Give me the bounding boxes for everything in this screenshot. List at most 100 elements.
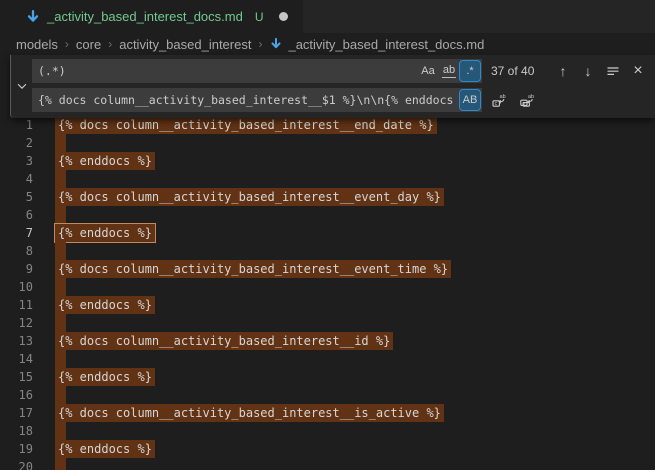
breadcrumb-item-activity-based-interest[interactable]: activity_based_interest <box>119 37 251 52</box>
line-text <box>55 350 66 368</box>
line-text: {% enddocs %} <box>55 368 155 386</box>
svg-text:ab: ab <box>528 94 534 100</box>
code-line[interactable]: 1 {% docs column__activity_based_interes… <box>0 116 655 134</box>
code-line[interactable]: 8 <box>0 242 655 260</box>
line-number: 1 <box>0 116 33 134</box>
breadcrumb-separator: › <box>253 37 267 51</box>
modified-dot-icon[interactable] <box>279 12 288 21</box>
code-line[interactable]: 19 {% enddocs %} <box>0 440 655 458</box>
replace-input-value: {% docs column__activity_based_interest_… <box>38 93 459 107</box>
breadcrumb-item-file[interactable]: _activity_based_interest_docs.md <box>269 37 484 52</box>
code-line[interactable]: 2 <box>0 134 655 152</box>
find-in-selection-button[interactable] <box>603 61 623 81</box>
vscode-window: _activity_based_interest_docs.md U model… <box>0 0 655 470</box>
code-line[interactable]: 7 {% enddocs %} <box>0 224 655 242</box>
whole-word-button[interactable]: ab <box>439 61 459 81</box>
match-case-button[interactable]: Aa <box>418 61 438 81</box>
line-number: 10 <box>0 278 33 296</box>
code-line[interactable]: 3 {% enddocs %} <box>0 152 655 170</box>
next-match-button[interactable]: ↓ <box>578 61 598 81</box>
replace-all-icon: a ab <box>519 92 535 108</box>
tab-active-file[interactable]: _activity_based_interest_docs.md U <box>0 0 303 33</box>
selection-lines-icon <box>605 63 621 79</box>
arrow-down-icon: ↓ <box>585 64 592 78</box>
breadcrumb-separator: › <box>60 37 74 51</box>
code-line[interactable]: 11 {% enddocs %} <box>0 296 655 314</box>
tab-bar: _activity_based_interest_docs.md U <box>0 0 655 33</box>
line-number: 11 <box>0 296 33 314</box>
toggle-replace-button[interactable] <box>11 59 32 112</box>
line-text <box>55 386 66 404</box>
line-text: {% docs column__activity_based_interest_… <box>55 404 444 422</box>
line-number: 17 <box>0 404 33 422</box>
line-text: {% docs column__activity_based_interest_… <box>55 332 393 350</box>
code-line[interactable]: 14 <box>0 350 655 368</box>
line-number: 2 <box>0 134 33 152</box>
line-text <box>55 170 66 188</box>
line-number: 16 <box>0 386 33 404</box>
breadcrumb-item-core[interactable]: core <box>76 37 101 52</box>
code-line[interactable]: 15 {% enddocs %} <box>0 368 655 386</box>
line-text <box>55 458 66 470</box>
find-widget: (.*) Aa ab .* 37 of 40 ↑ ↓ <box>10 55 655 118</box>
match-count: 37 of 40 <box>491 64 534 78</box>
breadcrumb-item-models[interactable]: models <box>16 37 58 52</box>
line-text <box>55 206 66 224</box>
line-number: 13 <box>0 332 33 350</box>
breadcrumb-filename: _activity_based_interest_docs.md <box>288 37 484 52</box>
line-number: 6 <box>0 206 33 224</box>
line-number: 20 <box>0 458 33 470</box>
code-line[interactable]: 13 {% docs column__activity_based_intere… <box>0 332 655 350</box>
replace-all-button[interactable]: a ab <box>517 90 537 110</box>
line-number: 8 <box>0 242 33 260</box>
find-row: (.*) Aa ab .* 37 of 40 ↑ ↓ <box>32 59 651 83</box>
breadcrumb-separator: › <box>103 37 117 51</box>
line-number: 15 <box>0 368 33 386</box>
code-line[interactable]: 16 <box>0 386 655 404</box>
line-number: 9 <box>0 260 33 278</box>
line-number: 14 <box>0 350 33 368</box>
line-number: 19 <box>0 440 33 458</box>
preserve-case-button[interactable]: AB <box>460 90 480 110</box>
replace-row: {% docs column__activity_based_interest_… <box>32 88 651 112</box>
code-line[interactable]: 4 <box>0 170 655 188</box>
line-text <box>55 134 66 152</box>
line-number: 3 <box>0 152 33 170</box>
replace-icon: c ab <box>491 92 507 108</box>
close-find-button[interactable]: × <box>628 61 648 81</box>
find-input-value: (.*) <box>38 64 417 78</box>
regex-button[interactable]: .* <box>460 61 480 81</box>
code-line[interactable]: 17 {% docs column__activity_based_intere… <box>0 404 655 422</box>
code-line[interactable]: 5 {% docs column__activity_based_interes… <box>0 188 655 206</box>
line-text: {% docs column__activity_based_interest_… <box>55 116 437 134</box>
line-text: {% enddocs %} <box>55 296 155 314</box>
replace-input[interactable]: {% docs column__activity_based_interest_… <box>32 88 482 112</box>
svg-text:a: a <box>522 100 525 105</box>
code-line[interactable]: 18 <box>0 422 655 440</box>
line-text: {% enddocs %} <box>55 224 155 242</box>
close-icon: × <box>633 63 642 79</box>
line-number: 18 <box>0 422 33 440</box>
line-number: 12 <box>0 314 33 332</box>
previous-match-button[interactable]: ↑ <box>553 61 573 81</box>
chevron-down-icon <box>15 79 29 93</box>
tab-filename: _activity_based_interest_docs.md <box>47 9 243 24</box>
replace-button[interactable]: c ab <box>489 90 509 110</box>
code-line[interactable]: 12 <box>0 314 655 332</box>
code-line[interactable]: 20 <box>0 458 655 470</box>
line-text <box>55 278 66 296</box>
find-input[interactable]: (.*) Aa ab .* <box>32 59 482 83</box>
code-line[interactable]: 6 <box>0 206 655 224</box>
line-text: {% docs column__activity_based_interest_… <box>55 260 451 278</box>
line-text <box>55 242 66 260</box>
line-number: 5 <box>0 188 33 206</box>
markdown-icon <box>25 9 41 25</box>
line-number: 4 <box>0 170 33 188</box>
markdown-icon <box>269 37 283 51</box>
code-line[interactable]: 10 <box>0 278 655 296</box>
line-text: {% enddocs %} <box>55 152 155 170</box>
line-text: {% enddocs %} <box>55 440 155 458</box>
code-line[interactable]: 9 {% docs column__activity_based_interes… <box>0 260 655 278</box>
arrow-up-icon: ↑ <box>560 64 567 78</box>
line-text <box>55 314 66 332</box>
